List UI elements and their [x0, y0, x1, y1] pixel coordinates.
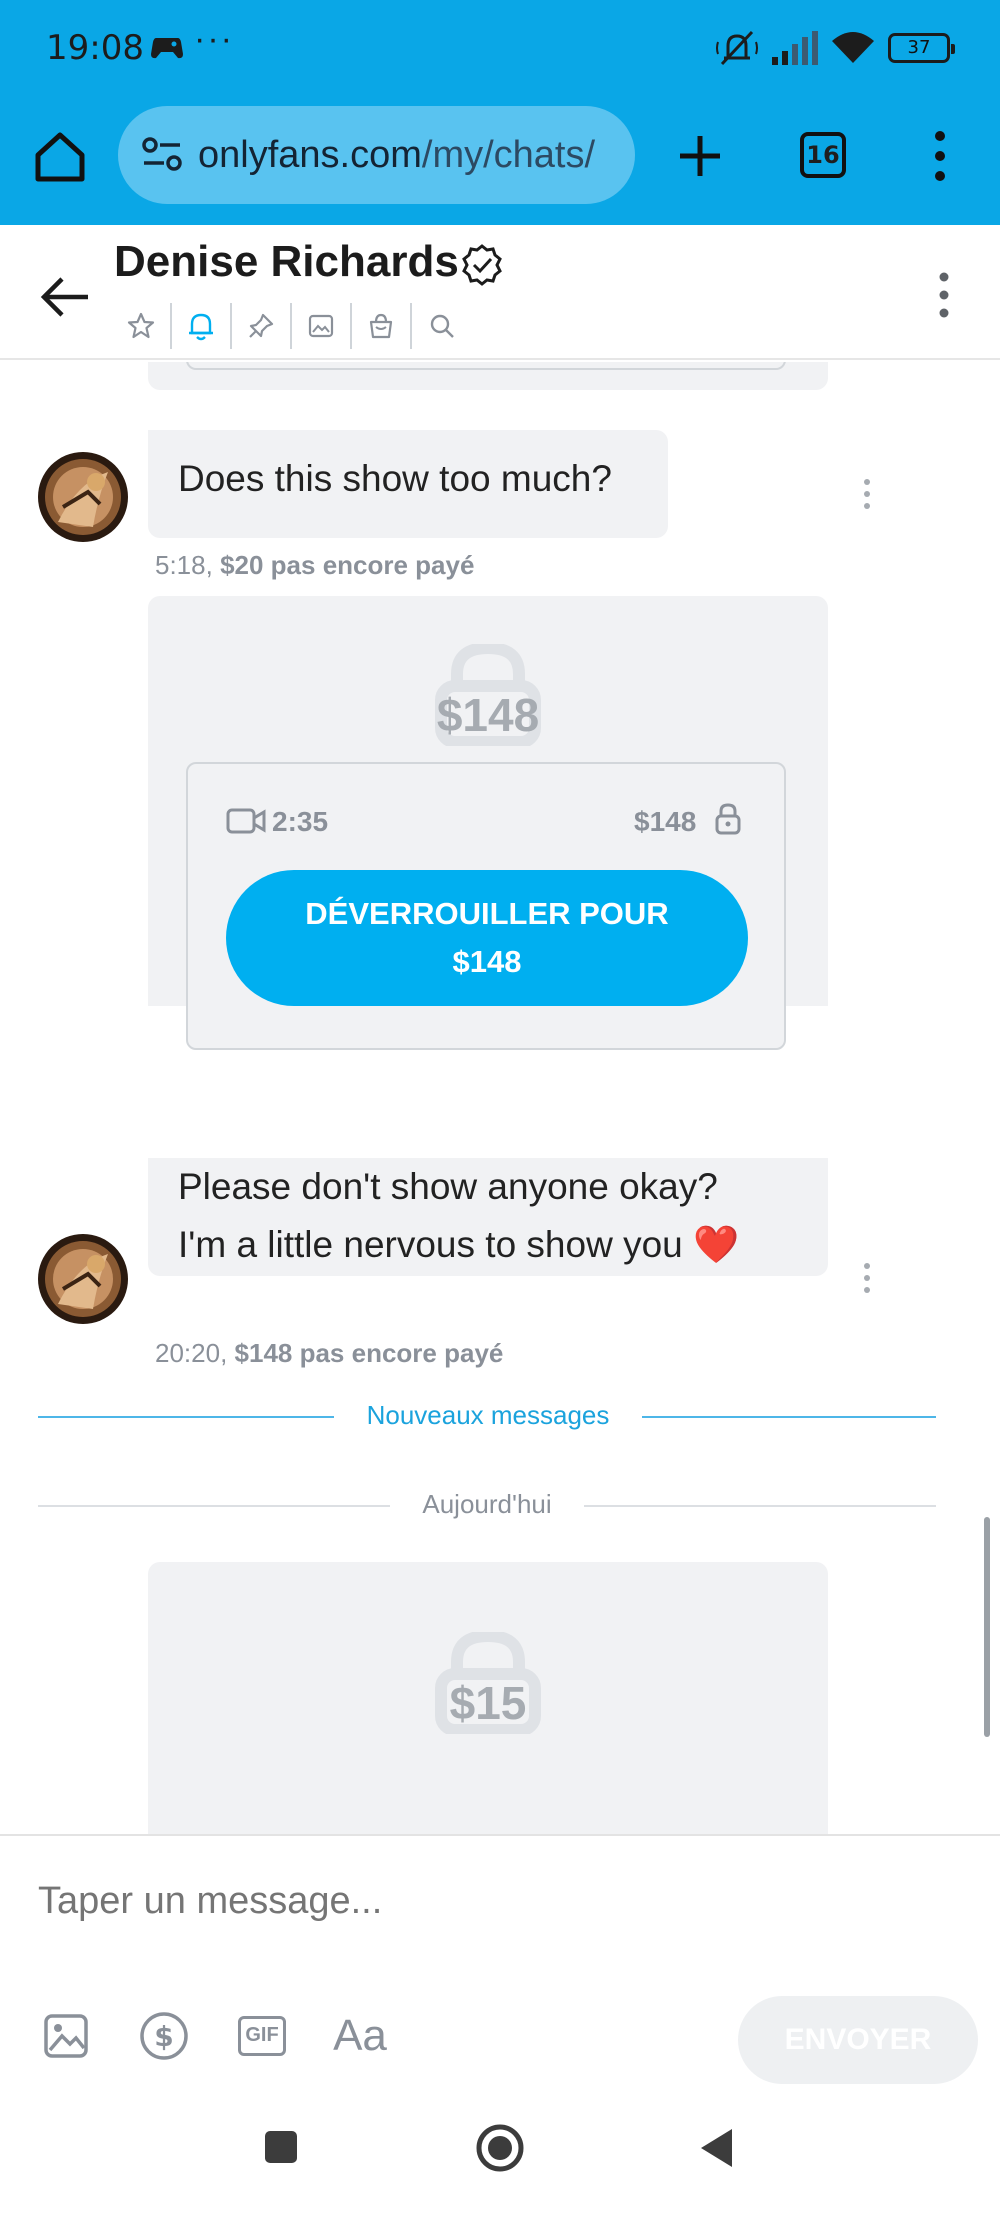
search-icon — [430, 314, 454, 338]
mute-vibrate-icon — [716, 30, 758, 66]
bag-icon — [369, 313, 393, 339]
message-options-icon[interactable] — [857, 1258, 877, 1298]
url-text: onlyfans.com/my/chats/ — [198, 134, 595, 177]
gif-icon: GIF — [238, 2016, 286, 2056]
unlock-button-line1: DÉVERROUILLER POUR — [305, 896, 669, 931]
url-domain: onlyfans.com — [198, 133, 422, 176]
tool-notifications[interactable] — [172, 303, 232, 349]
home-icon[interactable] — [30, 127, 90, 187]
status-more-dots: ··· — [194, 20, 234, 58]
unlock-button[interactable]: DÉVERROUILLER POUR $148 — [226, 870, 748, 1006]
signal-icon — [772, 31, 818, 65]
image-icon — [44, 2014, 88, 2058]
locked-media-bubble[interactable]: $15 — [148, 1562, 828, 1834]
avatar-photo — [38, 452, 128, 542]
today-divider: Aujourd'hui — [422, 1489, 552, 1519]
dollar-icon: $ — [140, 2012, 188, 2060]
browser-toolbar: onlyfans.com/my/chats/ 16 — [0, 100, 1000, 225]
avatar-photo — [38, 1234, 128, 1324]
new-tab-icon[interactable] — [670, 126, 730, 186]
send-button[interactable]: ENVOYER — [738, 1996, 978, 2084]
chat-header: Denise Richards — [0, 225, 1000, 360]
message-price-status: $148 pas encore payé — [234, 1338, 504, 1368]
status-icons: 37 — [716, 28, 955, 68]
today-line-left — [38, 1505, 390, 1507]
video-duration: 2:35 — [272, 806, 329, 837]
text-format-button[interactable]: Aa — [330, 2006, 390, 2066]
back-nav-icon[interactable] — [698, 2126, 736, 2170]
chat-contact-name[interactable]: Denise Richards — [114, 237, 459, 287]
wifi-icon — [832, 32, 874, 63]
locked-media-bubble[interactable]: $148 2:35 $148 DÉVERROUILLER POUR $148 — [148, 596, 828, 1050]
set-price-button[interactable]: $ — [134, 2006, 194, 2066]
small-lock-icon — [715, 803, 741, 835]
locked-price-label: $15 — [449, 1677, 527, 1729]
locked-price-label: $148 — [436, 689, 540, 741]
message-input[interactable] — [38, 1880, 938, 1923]
battery-icon: 37 — [888, 33, 955, 63]
new-messages-line-right — [642, 1416, 936, 1418]
new-messages-line-left — [38, 1416, 334, 1418]
tool-pin[interactable] — [232, 303, 292, 349]
gif-button[interactable]: GIF — [232, 2006, 292, 2066]
message-meta: 5:18, $20 pas encore payé — [155, 550, 474, 581]
chat-header-tools — [112, 303, 472, 349]
unlock-button-line2: $148 — [452, 944, 522, 979]
message-text: Does this show too much? — [178, 458, 612, 499]
previous-media-box — [186, 362, 786, 370]
message-text: Please don't show anyone okay? I'm a lit… — [178, 1158, 739, 1274]
avatar[interactable] — [38, 452, 128, 542]
message-time: 20:20, — [155, 1338, 228, 1368]
status-bar: 19:08 ··· 37 — [0, 0, 1000, 100]
video-camera-icon — [226, 808, 266, 834]
new-messages-divider: Nouveaux messages — [366, 1400, 610, 1430]
tool-search[interactable] — [412, 303, 472, 349]
chat-scrollbar[interactable] — [984, 1517, 990, 1737]
verified-badge-icon — [462, 244, 502, 286]
browser-menu-icon[interactable] — [920, 126, 960, 186]
text-format-icon: Aa — [333, 2011, 387, 2060]
message-bubble[interactable]: Please don't show anyone okay? I'm a lit… — [148, 1158, 828, 1276]
star-icon — [127, 312, 155, 339]
heart-emoji: ❤️ — [693, 1224, 740, 1265]
message-time: 5:18, — [155, 550, 213, 580]
svg-text:$: $ — [154, 2020, 173, 2053]
media-price: $148 — [634, 806, 697, 837]
avatar[interactable] — [38, 1234, 128, 1324]
message-text-line2-text: I'm a little nervous to show you — [178, 1224, 683, 1265]
tool-purchases[interactable] — [352, 303, 412, 349]
chat-menu-icon[interactable] — [924, 265, 964, 325]
today-line-right — [584, 1505, 936, 1507]
back-arrow-icon[interactable] — [36, 267, 96, 327]
image-icon — [308, 314, 334, 338]
home-nav-icon[interactable] — [474, 2122, 526, 2174]
bell-icon — [189, 313, 213, 341]
tab-switcher-button[interactable]: 16 — [800, 132, 846, 178]
message-bubble[interactable]: Does this show too much? — [148, 430, 668, 538]
message-options-icon[interactable] — [857, 474, 877, 514]
tool-media[interactable] — [292, 303, 352, 349]
status-time: 19:08 — [46, 28, 144, 68]
message-meta: 20:20, $148 pas encore payé — [155, 1338, 503, 1369]
previous-media-bubble — [148, 362, 828, 390]
url-path: /my/chats/ — [421, 133, 596, 176]
tool-favorite[interactable] — [112, 303, 172, 349]
system-nav-bar — [0, 2094, 1000, 2223]
message-composer: $ GIF Aa ENVOYER — [0, 1834, 1000, 2094]
recents-icon[interactable] — [262, 2128, 300, 2166]
gamepad-icon — [151, 38, 183, 59]
message-text-line1: Please don't show anyone okay? — [178, 1166, 718, 1207]
media-info-box: 2:35 $148 DÉVERROUILLER POUR $148 — [186, 762, 786, 1050]
message-text-line2: I'm a little nervous to show you ❤️ — [178, 1216, 739, 1274]
pin-icon — [249, 313, 274, 338]
attach-media-button[interactable] — [36, 2006, 96, 2066]
site-settings-icon[interactable] — [138, 131, 186, 179]
chat-messages[interactable]: Does this show too much? 5:18, $20 pas e… — [0, 362, 1000, 1834]
message-price-status: $20 pas encore payé — [220, 550, 475, 580]
address-bar[interactable]: onlyfans.com/my/chats/ — [118, 106, 635, 204]
